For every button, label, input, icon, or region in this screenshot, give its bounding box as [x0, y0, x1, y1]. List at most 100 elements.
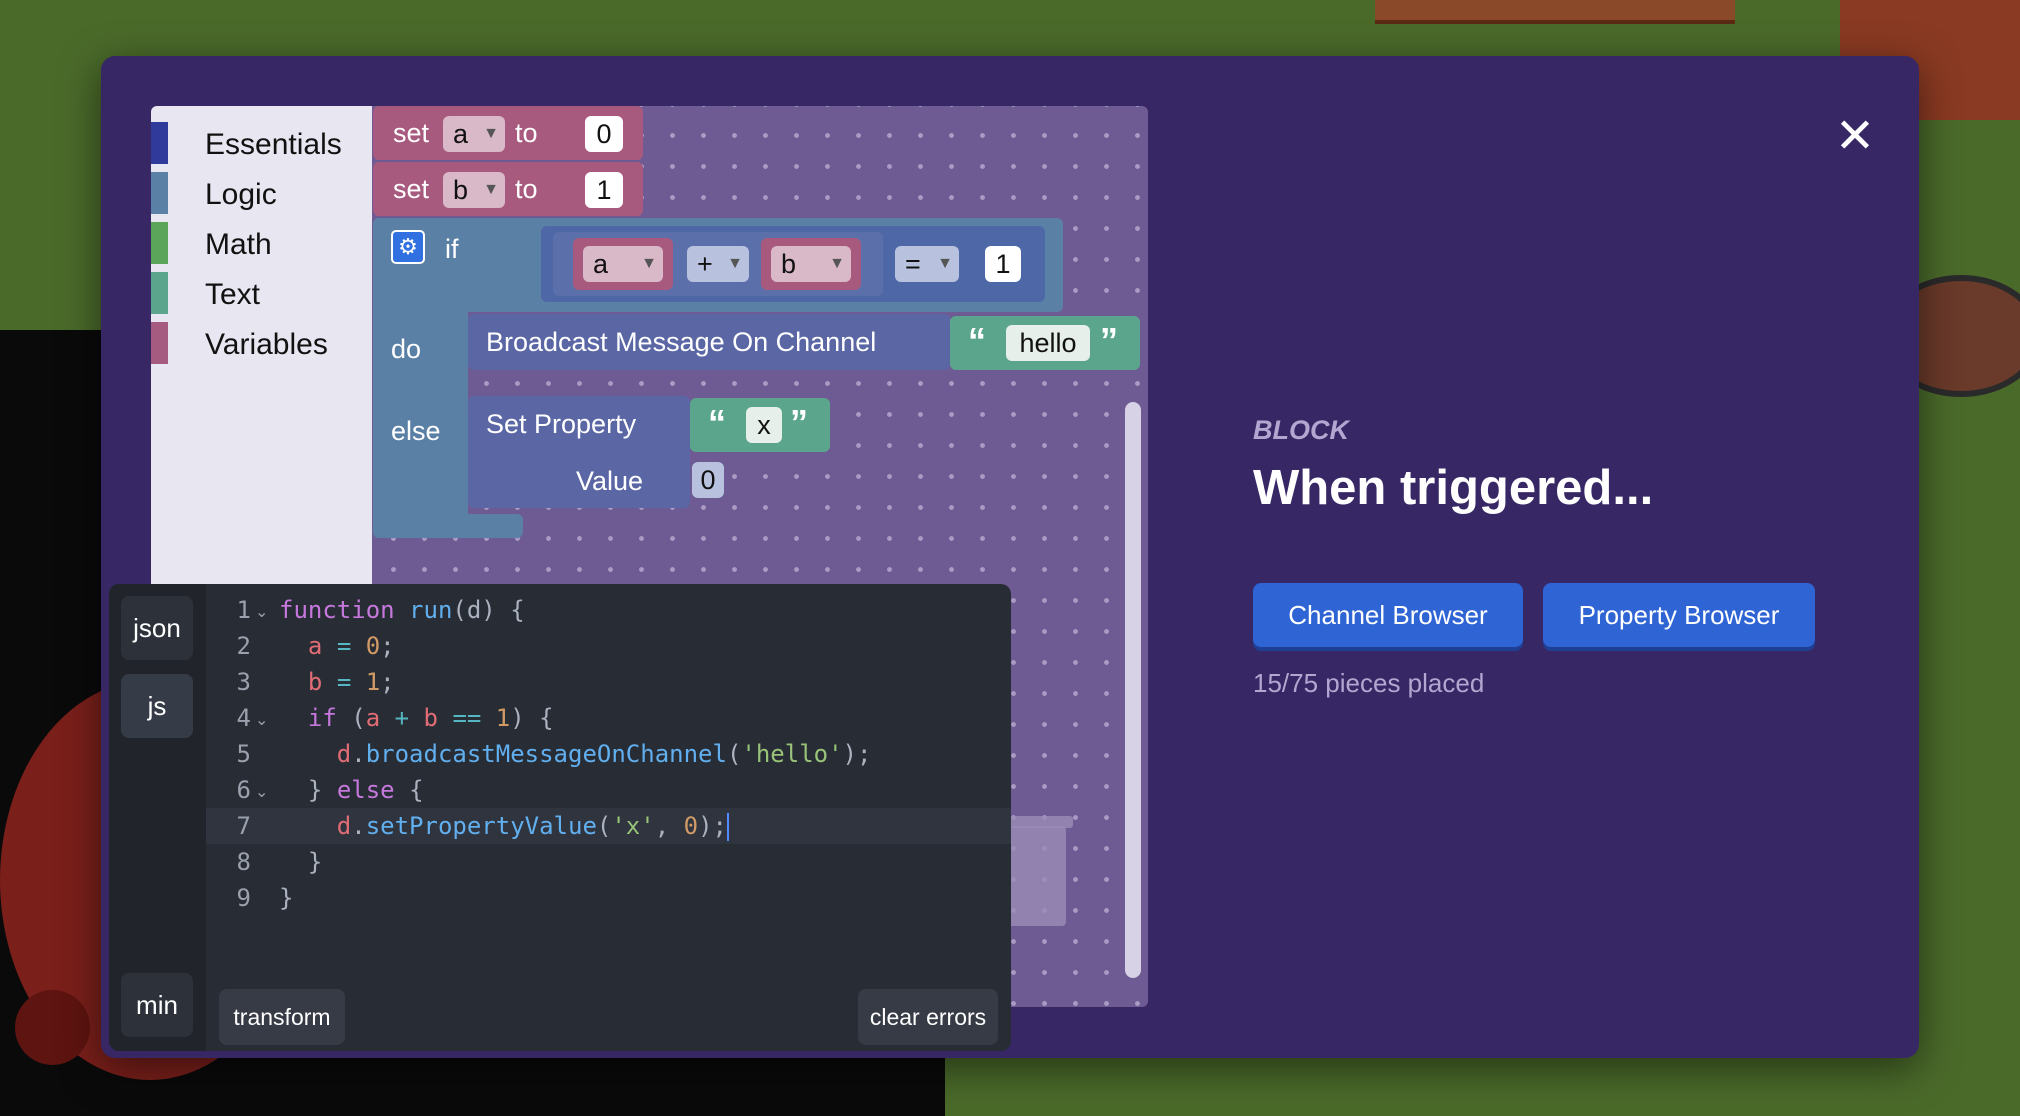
code-line: d.setPropertyValue('x', 0);	[279, 808, 729, 844]
token: (	[596, 812, 612, 840]
token: 'x'	[611, 812, 655, 840]
code-content[interactable]: function run(d) { a = 0; b = 1; if (a + …	[279, 592, 871, 912]
category-swatch	[151, 122, 168, 164]
set-property-block[interactable]: Set Property Value 0	[468, 396, 724, 508]
toolbox-category-logic[interactable]: Logic	[151, 170, 372, 216]
text-field[interactable]: x	[746, 407, 782, 443]
code-line: } else {	[279, 772, 424, 808]
set-b-block[interactable]: set b ▼ to 1	[373, 162, 643, 216]
text-cursor	[726, 813, 729, 841]
variable-dropdown[interactable]: b ▼	[443, 172, 505, 208]
category-label: Variables	[205, 328, 328, 361]
close-icon[interactable]: ✕	[1822, 104, 1888, 170]
block-title: When triggered...	[1253, 461, 1654, 515]
token: }	[279, 884, 294, 912]
compare-operator-dropdown[interactable]: = ▼	[895, 246, 959, 282]
category-swatch	[151, 272, 168, 314]
toolbox: Essentials Logic Math Text Variables	[151, 106, 372, 586]
token: (	[351, 704, 366, 732]
code-line: b = 1;	[279, 664, 395, 700]
block-keyword: set	[393, 174, 430, 204]
chevron-down-icon: ▼	[641, 255, 657, 272]
broadcast-message-block[interactable]: Broadcast Message On Channel	[468, 314, 950, 370]
token: ;	[380, 632, 395, 660]
token: 0	[365, 632, 381, 660]
variable-dropdown[interactable]: a ▼	[583, 246, 663, 282]
number-field[interactable]: 1	[585, 172, 623, 208]
fold-arrow-icon[interactable]: ⌄	[255, 602, 268, 622]
toolbox-category-variables[interactable]: Variables	[151, 320, 372, 366]
token: ;	[380, 668, 395, 696]
token: 1	[365, 668, 381, 696]
toolbox-category-text[interactable]: Text	[151, 270, 372, 316]
category-swatch	[151, 322, 168, 364]
token: if	[307, 704, 337, 732]
token: .	[351, 812, 366, 840]
game-sign	[1375, 0, 1735, 24]
variable-dropdown[interactable]: b ▼	[771, 246, 851, 282]
number-field[interactable]: 0	[692, 462, 724, 498]
operator-symbol: =	[905, 249, 921, 279]
js-tab[interactable]: js	[121, 674, 193, 738]
property-browser-button[interactable]: Property Browser	[1543, 583, 1815, 647]
clear-errors-button[interactable]: clear errors	[858, 989, 998, 1045]
token: );	[842, 740, 872, 768]
game-red-dot	[15, 990, 90, 1065]
block-label: Value	[576, 466, 644, 496]
chevron-down-icon: ▼	[727, 255, 743, 272]
chevron-down-icon: ▼	[829, 255, 845, 272]
line-number: 1	[236, 596, 251, 624]
variable-get-block[interactable]: a ▼	[573, 238, 673, 290]
variable-name: b	[453, 175, 469, 205]
token: .	[351, 740, 366, 768]
token: +	[394, 704, 410, 732]
token: d	[336, 740, 352, 768]
chevron-down-icon: ▼	[483, 181, 499, 198]
number-field[interactable]: 0	[585, 116, 623, 152]
code-line: a = 0;	[279, 628, 395, 664]
token: broadcastMessageOnChannel	[365, 740, 727, 768]
number-field[interactable]: 1	[985, 246, 1021, 282]
workspace-scrollbar[interactable]	[1125, 402, 1141, 978]
text-string-block[interactable]: “ hello ”	[950, 316, 1140, 370]
token: a	[307, 632, 323, 660]
block-keyword: to	[515, 174, 538, 204]
gear-icon[interactable]: ⚙	[391, 230, 425, 264]
do-label: do	[391, 334, 422, 364]
text-field[interactable]: hello	[1006, 325, 1090, 361]
code-line: function run(d) {	[279, 592, 525, 628]
fold-arrow-icon[interactable]: ⌄	[255, 782, 268, 802]
operator-symbol: +	[697, 249, 713, 279]
token: (d) {	[452, 596, 525, 624]
variable-dropdown[interactable]: a ▼	[443, 116, 505, 152]
transform-button[interactable]: transform	[219, 989, 345, 1045]
min-button[interactable]: min	[121, 973, 193, 1037]
line-number: 8	[236, 848, 251, 876]
compare-block[interactable]: a ▼ + ▼ b ▼ = ▼ 1	[541, 226, 1045, 302]
toolbox-category-math[interactable]: Math	[151, 220, 372, 266]
category-label: Text	[205, 278, 261, 311]
block-type-label: BLOCK	[1253, 415, 1349, 445]
variable-name: a	[593, 249, 609, 279]
set-a-block[interactable]: set a ▼ to 0	[373, 106, 643, 160]
trash-icon[interactable]	[1006, 826, 1066, 926]
arithmetic-block[interactable]: a ▼ + ▼ b ▼	[553, 232, 883, 296]
line-number: 3	[236, 668, 251, 696]
category-label: Essentials	[205, 128, 342, 161]
channel-browser-button[interactable]: Channel Browser	[1253, 583, 1523, 647]
fold-arrow-icon[interactable]: ⌄	[255, 710, 268, 730]
variable-get-block[interactable]: b ▼	[761, 238, 861, 290]
token: );	[698, 812, 727, 840]
code-editor[interactable]: json js min 1 ⌄ 2 3 4 ⌄ 5 6 ⌄ 7 8 9 functio…	[109, 584, 1011, 1051]
json-tab[interactable]: json	[121, 596, 193, 660]
code-line: }	[279, 844, 322, 880]
if-block-spine	[373, 218, 468, 538]
token: ,	[654, 812, 684, 840]
toolbox-category-essentials[interactable]: Essentials	[151, 120, 372, 166]
text-string-block[interactable]: “ x ”	[690, 398, 830, 452]
category-label: Logic	[205, 178, 277, 211]
variable-name: b	[781, 249, 797, 279]
token: 0	[683, 812, 699, 840]
if-else-block[interactable]: ⚙ if do else a ▼ + ▼ b ▼ = ▼ 1 Broadcast…	[373, 218, 1140, 538]
operator-dropdown[interactable]: + ▼	[687, 246, 749, 282]
